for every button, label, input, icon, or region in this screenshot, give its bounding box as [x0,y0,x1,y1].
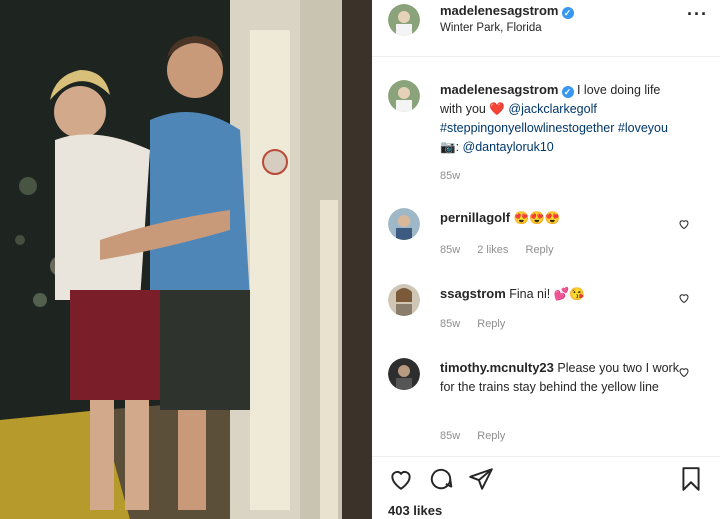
comment-likes[interactable]: 2 likes [477,244,508,256]
comment-icon[interactable] [428,466,454,492]
share-icon[interactable] [468,466,494,492]
commenter-avatar[interactable] [388,208,420,240]
comment-content: Fina ni! 💕😘 [509,287,585,301]
mention-link[interactable]: @jackclarkegolf [508,102,596,116]
more-options-icon[interactable]: ··· [687,4,708,25]
couple-photo-illustration [0,0,372,519]
reply-button[interactable]: Reply [477,430,505,442]
heart-icon[interactable] [678,218,690,230]
comment-item: timothy.mcnulty23 Please you two I work … [388,358,708,448]
comment-item: pernillagolf 😍😍😍 85w 2 likes Reply [388,208,708,268]
heart-icon[interactable] [678,292,690,304]
post-actions-bar [372,462,720,498]
comment-text: pernillagolf 😍😍😍 [440,208,680,228]
likes-count[interactable]: 403 likes [388,503,442,518]
comment-time[interactable]: 85w [440,244,460,256]
heart-emoji: ❤️ [489,102,505,116]
commenter-username[interactable]: pernillagolf [440,210,510,225]
comment-time[interactable]: 85w [440,430,460,442]
comment-content: 😍😍😍 [513,211,561,225]
caption: madelenesagstrom ✓ I love doing life with… [388,80,708,190]
header-divider [372,56,720,57]
actions-divider [372,456,720,457]
comment-text: timothy.mcnulty23 Please you two I work … [440,358,680,397]
post-photo[interactable] [0,0,372,519]
heart-icon[interactable] [678,366,690,378]
comment-meta: 85w 2 likes Reply [440,244,568,256]
commenter-username[interactable]: ssagstrom [440,286,506,301]
comment-meta: 85w Reply [440,430,519,442]
post-location[interactable]: Winter Park, Florida [440,22,542,34]
comment-text: ssagstrom Fina ni! 💕😘 [440,284,680,304]
verified-badge-icon: ✓ [561,86,574,98]
post-header: madelenesagstrom ✓ Winter Park, Florida ·… [372,0,720,44]
author-username[interactable]: madelenesagstrom [440,3,559,18]
caption-meta: 85w [440,170,474,182]
heart-icon[interactable] [388,466,414,492]
verified-badge-icon: ✓ [561,7,574,19]
commenter-avatar[interactable] [388,284,420,316]
hashtag-link[interactable]: #loveyou [618,121,668,135]
reply-button[interactable]: Reply [477,318,505,330]
commenter-username[interactable]: timothy.mcnulty23 [440,360,554,375]
post-panel: madelenesagstrom ✓ Winter Park, Florida ·… [372,0,720,519]
comment-item: ssagstrom Fina ni! 💕😘 85w Reply [388,284,708,344]
mention-link[interactable]: @dantayloruk10 [463,140,554,154]
bookmark-icon[interactable] [678,466,704,492]
comment-meta: 85w Reply [440,318,519,330]
caption-time[interactable]: 85w [440,170,460,182]
author-avatar[interactable] [388,4,420,36]
caption-author-avatar[interactable] [388,80,420,112]
hashtag-link[interactable]: #steppingonyellowlinestogether [440,121,614,135]
camera-emoji: 📷: [440,140,460,154]
reply-button[interactable]: Reply [526,244,554,256]
comment-time[interactable]: 85w [440,318,460,330]
caption-text: madelenesagstrom ✓ I love doing life with… [440,80,680,157]
caption-username[interactable]: madelenesagstrom [440,82,559,97]
commenter-avatar[interactable] [388,358,420,390]
